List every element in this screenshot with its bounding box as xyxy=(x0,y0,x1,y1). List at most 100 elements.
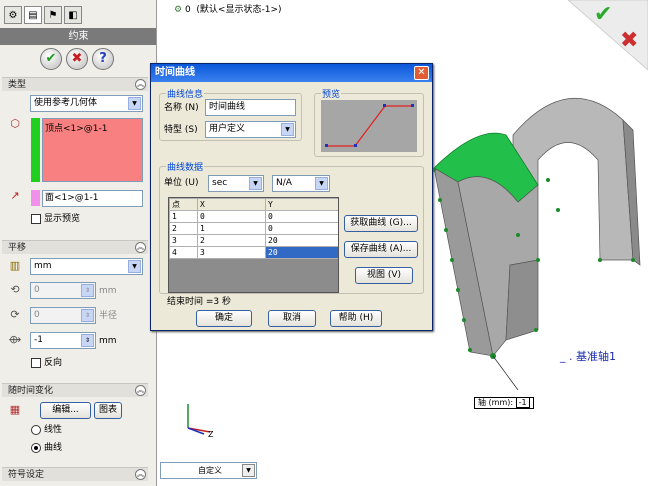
front-step-face xyxy=(505,259,539,341)
panel-title: 约束 xyxy=(0,28,156,45)
checkbox-box[interactable] xyxy=(31,357,41,368)
chart-button[interactable]: 图表 xyxy=(94,402,122,419)
bottom-view-combo[interactable]: 自定义 ▼ xyxy=(160,462,257,479)
spinner-icon[interactable]: ⇕ xyxy=(81,334,94,347)
ok-button[interactable]: 确定 xyxy=(196,310,252,327)
cell-y[interactable]: 20 xyxy=(265,234,338,247)
save-curve-button[interactable]: 保存曲线 (A)... xyxy=(344,241,418,258)
symbol-section-header[interactable]: 符号设定 ︽ xyxy=(2,467,148,481)
ok-check-icon[interactable]: ✔ xyxy=(40,48,62,70)
linear-radio[interactable]: 线性 xyxy=(31,424,62,436)
axis-callout-box[interactable]: 轴 (mm): -1 xyxy=(474,397,534,409)
field1-value: 0 xyxy=(34,285,40,295)
cell-x[interactable]: 3 xyxy=(197,246,266,259)
view-button[interactable]: 视图 (V) xyxy=(355,267,413,284)
display-tab-icon[interactable]: ◧ xyxy=(64,6,82,24)
get-curve-button[interactable]: 获取曲线 (G)... xyxy=(344,215,418,232)
cell-y[interactable]: 0 xyxy=(265,222,338,235)
curve-radio[interactable]: 曲线 xyxy=(31,442,62,454)
curve-label: 曲线 xyxy=(44,443,63,453)
cancel-x-icon[interactable]: ✖ xyxy=(66,48,88,70)
type-mode-combo[interactable]: 使用参考几何体 ▼ xyxy=(30,95,143,112)
face-item[interactable]: 面<1>@1-1 xyxy=(45,193,99,203)
edit-button[interactable]: 编辑... xyxy=(40,402,91,419)
name-input[interactable]: 时间曲线 xyxy=(205,99,296,116)
collapse-up-icon[interactable]: ︽ xyxy=(135,469,146,480)
unit-combo[interactable]: mm ▼ xyxy=(30,258,143,275)
face-selection-box[interactable]: 面<1>@1-1 xyxy=(42,190,143,207)
ok-cancel-row: ✔ ✖ ? xyxy=(0,48,156,72)
radio-dot[interactable] xyxy=(31,442,41,453)
cell-point: 3 xyxy=(169,234,198,247)
help-button[interactable]: 帮助 (H) xyxy=(330,310,382,327)
checkbox-box[interactable] xyxy=(31,213,41,224)
name-label: 名称 (N) xyxy=(164,103,199,113)
help-question-icon[interactable]: ? xyxy=(92,48,114,70)
config-tree-node[interactable]: ⚙ 0 (默认<显示状态-1>) xyxy=(174,4,282,16)
spinner-icon[interactable]: ⇕ xyxy=(81,284,94,297)
reverse-checkbox[interactable]: 反向 xyxy=(31,357,62,369)
axis-label-text: 基准轴1 xyxy=(576,350,616,363)
end-time-label: 结束时间 =3 秒 xyxy=(167,297,231,307)
dialog-title-bar[interactable]: 时间曲线 ✕ xyxy=(151,64,432,82)
chevron-down-icon[interactable]: ▼ xyxy=(128,260,141,273)
feature-tree-tab-icon[interactable]: ⚙ xyxy=(4,6,22,24)
config-count: 0 xyxy=(184,5,191,15)
table-row[interactable]: 2 1 0 xyxy=(169,222,338,235)
translate-x-icon: ⟲ xyxy=(10,283,20,296)
model-3d[interactable] xyxy=(418,90,643,390)
data-group-label: 曲线数据 xyxy=(166,160,205,173)
cell-x[interactable]: 1 xyxy=(197,222,266,235)
time-curve-dialog: 时间曲线 ✕ 曲线信息 名称 (N) 时间曲线 特型 (S) 用户定义 ▼ 预览 曲… xyxy=(150,63,433,331)
points-table: 点 X Y 1 0 0 2 1 0 3 2 20 4 3 20 xyxy=(169,198,338,259)
table-row[interactable]: 3 2 20 xyxy=(169,234,338,247)
datum-axis-label[interactable]: _ . 基准轴1 xyxy=(560,351,616,363)
config-tab-icon[interactable]: ⚑ xyxy=(44,6,62,24)
cell-x[interactable]: 2 xyxy=(197,234,266,247)
collapse-up-icon[interactable]: ︽ xyxy=(135,79,146,90)
col-header-point: 点 xyxy=(169,198,198,211)
collapse-up-icon[interactable]: ︽ xyxy=(135,385,146,396)
show-preview-checkbox[interactable]: 显示预览 xyxy=(31,213,80,225)
radio-dot[interactable] xyxy=(31,424,41,435)
cell-y[interactable]: 20 xyxy=(265,246,338,259)
vertex-item[interactable]: 顶点<1>@1-1 xyxy=(45,124,108,134)
y-unit-combo[interactable]: N/A ▼ xyxy=(272,175,330,192)
chevron-down-icon[interactable]: ▼ xyxy=(315,177,328,190)
chevron-down-icon[interactable]: ▼ xyxy=(128,97,141,110)
symbol-section-title: 符号设定 xyxy=(8,470,45,480)
selection-color-bar xyxy=(31,118,40,182)
x-unit-combo[interactable]: sec ▼ xyxy=(208,175,264,192)
vertex-selection-list[interactable]: 顶点<1>@1-1 xyxy=(42,118,143,182)
property-tab-icon[interactable]: ▤ xyxy=(24,6,42,24)
chevron-down-icon[interactable]: ▼ xyxy=(249,177,262,190)
chevron-down-icon[interactable]: ▼ xyxy=(281,123,294,136)
table-row[interactable]: 1 0 0 xyxy=(169,210,338,223)
svg-text:Z: Z xyxy=(208,430,214,439)
cell-x[interactable]: 0 xyxy=(197,210,266,223)
points-table-area[interactable]: 点 X Y 1 0 0 2 1 0 3 2 20 4 3 20 xyxy=(168,197,339,293)
cancel-button[interactable]: 取消 xyxy=(268,310,316,327)
chevron-down-icon[interactable]: ▼ xyxy=(242,464,255,477)
axis-callout-value[interactable]: -1 xyxy=(515,397,530,408)
type-section-header[interactable]: 类型 ︽ xyxy=(2,77,148,91)
field1-spinner[interactable]: 0 ⇕ xyxy=(30,282,96,299)
field3-unit: mm xyxy=(99,336,117,346)
field3-spinner[interactable]: -1 ⇕ xyxy=(30,332,96,349)
y-unit-value: N/A xyxy=(276,178,292,188)
cell-y[interactable]: 0 xyxy=(265,210,338,223)
ruler-icon: ▥ xyxy=(9,259,21,272)
corner-ok-icon[interactable]: ✔ xyxy=(594,2,612,27)
corner-cancel-icon[interactable]: ✖ xyxy=(620,28,638,53)
spinner-icon[interactable]: ⇕ xyxy=(81,309,94,322)
time-section-header[interactable]: 随时间变化 ︽ xyxy=(2,383,148,397)
info-group-label: 曲线信息 xyxy=(166,87,205,100)
translate-section-header[interactable]: 平移 ︽ xyxy=(2,240,148,254)
field2-spinner[interactable]: 0 ⇕ xyxy=(30,307,96,324)
collapse-up-icon[interactable]: ︽ xyxy=(135,242,146,253)
cell-point: 2 xyxy=(169,222,198,235)
table-row-selected[interactable]: 4 3 20 xyxy=(169,246,338,259)
field3-value: -1 xyxy=(34,335,43,345)
type-combo[interactable]: 用户定义 ▼ xyxy=(205,121,296,138)
close-icon[interactable]: ✕ xyxy=(414,66,429,80)
